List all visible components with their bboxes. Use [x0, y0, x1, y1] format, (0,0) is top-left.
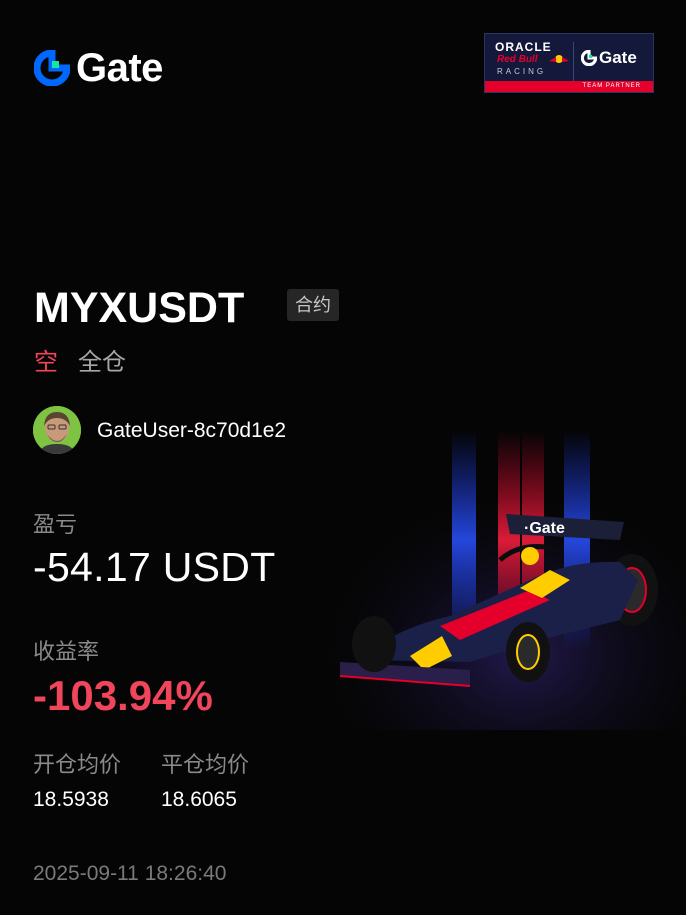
partner-line-oracle: ORACLE: [495, 40, 552, 54]
partner-line-racing: RACING: [497, 67, 547, 76]
position-side: 空: [34, 349, 58, 376]
gate-logo-text: Gate: [76, 46, 163, 90]
team-partner-caption: TEAM PARTNER: [485, 81, 653, 92]
partner-gate-logo: Gate: [581, 48, 637, 68]
open-price-label: 开仓均价: [33, 752, 122, 777]
avatar: [33, 406, 81, 454]
partner-divider: [573, 42, 574, 82]
contract-type-tag: 合约: [287, 289, 339, 321]
pnl-value: -54.17 USDT: [33, 544, 276, 590]
user-avatar-image: [33, 406, 81, 454]
oracle-redbull-partner-badge: ORACLE Red Bull RACING Gate TEAM PARTNER: [484, 33, 654, 93]
f1-car-illustration: ·Gate: [320, 430, 686, 730]
gate-logo-icon: [34, 50, 70, 86]
partner-gate-icon: [581, 50, 597, 66]
trading-pair-symbol: MYXUSDT: [34, 284, 245, 332]
roi-label: 收益率: [33, 639, 100, 664]
timestamp: 2025-09-11 18:26:40: [33, 862, 227, 885]
partner-gate-text: Gate: [599, 48, 637, 67]
close-price-value: 18.6065: [161, 788, 237, 811]
margin-mode: 全仓: [78, 349, 126, 376]
close-price-label: 平仓均价: [161, 752, 250, 777]
pnl-label: 盈亏: [33, 512, 78, 537]
roi-value: -103.94%: [33, 672, 213, 719]
username: GateUser-8c70d1e2: [97, 419, 287, 442]
partner-line-redbull: Red Bull: [497, 54, 538, 65]
open-price-value: 18.5938: [33, 788, 109, 811]
red-bull-icon: [549, 55, 569, 63]
gate-logo: Gate: [34, 48, 163, 88]
car-livery-text: ·Gate: [524, 520, 565, 537]
